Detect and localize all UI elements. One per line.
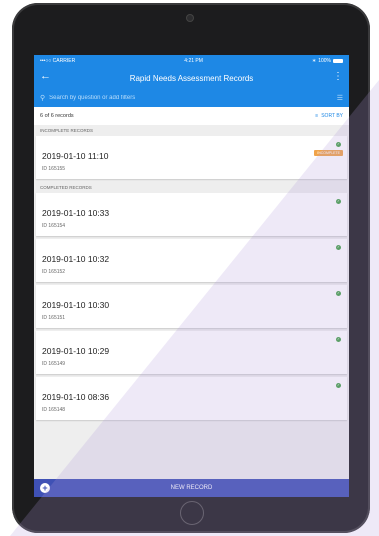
- app-screen: •••○○ CARRIER 4:21 PM ∗ 100% ← Rapid Nee…: [34, 55, 349, 497]
- check-circle-icon: ✓: [336, 337, 341, 342]
- sort-button[interactable]: ≡ SORT BY: [315, 113, 343, 119]
- section-header-completed: COMPLETED RECORDS: [34, 182, 349, 193]
- new-record-label: NEW RECORD: [170, 485, 213, 491]
- clock: 4:21 PM: [184, 58, 203, 64]
- check-circle-icon: ✓: [336, 199, 341, 204]
- record-date: 2019-01-10 10:33: [42, 208, 110, 218]
- section-header-incomplete: INCOMPLETE RECORDS: [34, 125, 349, 136]
- record-id: ID 165154: [42, 223, 66, 229]
- record-id: ID 165151: [42, 315, 66, 321]
- bluetooth-icon: ∗: [312, 58, 317, 64]
- status-badge: INCOMPLETE: [314, 150, 343, 156]
- record-id: ID 165155: [42, 166, 66, 172]
- search-bar: ⚲ ☰: [34, 89, 349, 107]
- record-card[interactable]: ✓ 2019-01-10 10:33 ID 165154: [36, 193, 347, 236]
- app-bar: ← Rapid Needs Assessment Records ⋮: [34, 67, 349, 89]
- records-count-bar: 6 of 6 records ≡ SORT BY: [34, 107, 349, 125]
- status-right: ∗ 100%: [312, 58, 343, 64]
- record-date: 2019-01-10 10:29: [42, 346, 110, 356]
- search-icon: ⚲: [40, 95, 46, 102]
- carrier-label: •••○○ CARRIER: [40, 58, 76, 64]
- check-circle-icon: ✓: [336, 142, 341, 147]
- home-button[interactable]: [180, 501, 204, 525]
- filter-icon[interactable]: ☰: [337, 94, 343, 102]
- sort-icon: ≡: [315, 113, 319, 119]
- record-date: 2019-01-10 10:30: [42, 300, 110, 310]
- status-bar: •••○○ CARRIER 4:21 PM ∗ 100%: [34, 55, 349, 67]
- check-circle-icon: ✓: [336, 291, 341, 296]
- sort-label: SORT BY: [321, 113, 343, 119]
- camera-icon: [187, 15, 193, 21]
- record-card[interactable]: ✓ 2019-01-10 08:36 ID 165148: [36, 377, 347, 420]
- record-date: 2019-01-10 08:36: [42, 392, 110, 402]
- record-id: ID 165148: [42, 407, 66, 413]
- record-date: 2019-01-10 10:32: [42, 254, 110, 264]
- record-id: ID 165149: [42, 361, 66, 367]
- check-circle-icon: ✓: [336, 245, 341, 250]
- battery-percent: 100%: [318, 58, 331, 64]
- tablet-device: •••○○ CARRIER 4:21 PM ∗ 100% ← Rapid Nee…: [12, 3, 370, 533]
- check-circle-icon: ✓: [336, 383, 341, 388]
- add-icon[interactable]: +: [40, 483, 50, 493]
- battery-icon: [333, 59, 343, 63]
- record-card[interactable]: ✓ INCOMPLETE 2019-01-10 11:10 ID 165155: [36, 136, 347, 179]
- back-arrow-icon[interactable]: ←: [40, 70, 51, 82]
- record-card[interactable]: ✓ 2019-01-10 10:30 ID 165151: [36, 285, 347, 328]
- overflow-menu-icon[interactable]: ⋮: [333, 71, 343, 82]
- page-title: Rapid Needs Assessment Records: [129, 73, 254, 83]
- record-id: ID 165152: [42, 269, 66, 275]
- record-card[interactable]: ✓ 2019-01-10 10:32 ID 165152: [36, 239, 347, 282]
- record-date: 2019-01-10 11:10: [42, 151, 109, 161]
- new-record-button[interactable]: + NEW RECORD: [34, 479, 349, 497]
- search-input[interactable]: [49, 95, 333, 101]
- record-card[interactable]: ✓ 2019-01-10 10:29 ID 165149: [36, 331, 347, 374]
- records-count: 6 of 6 records: [40, 113, 74, 119]
